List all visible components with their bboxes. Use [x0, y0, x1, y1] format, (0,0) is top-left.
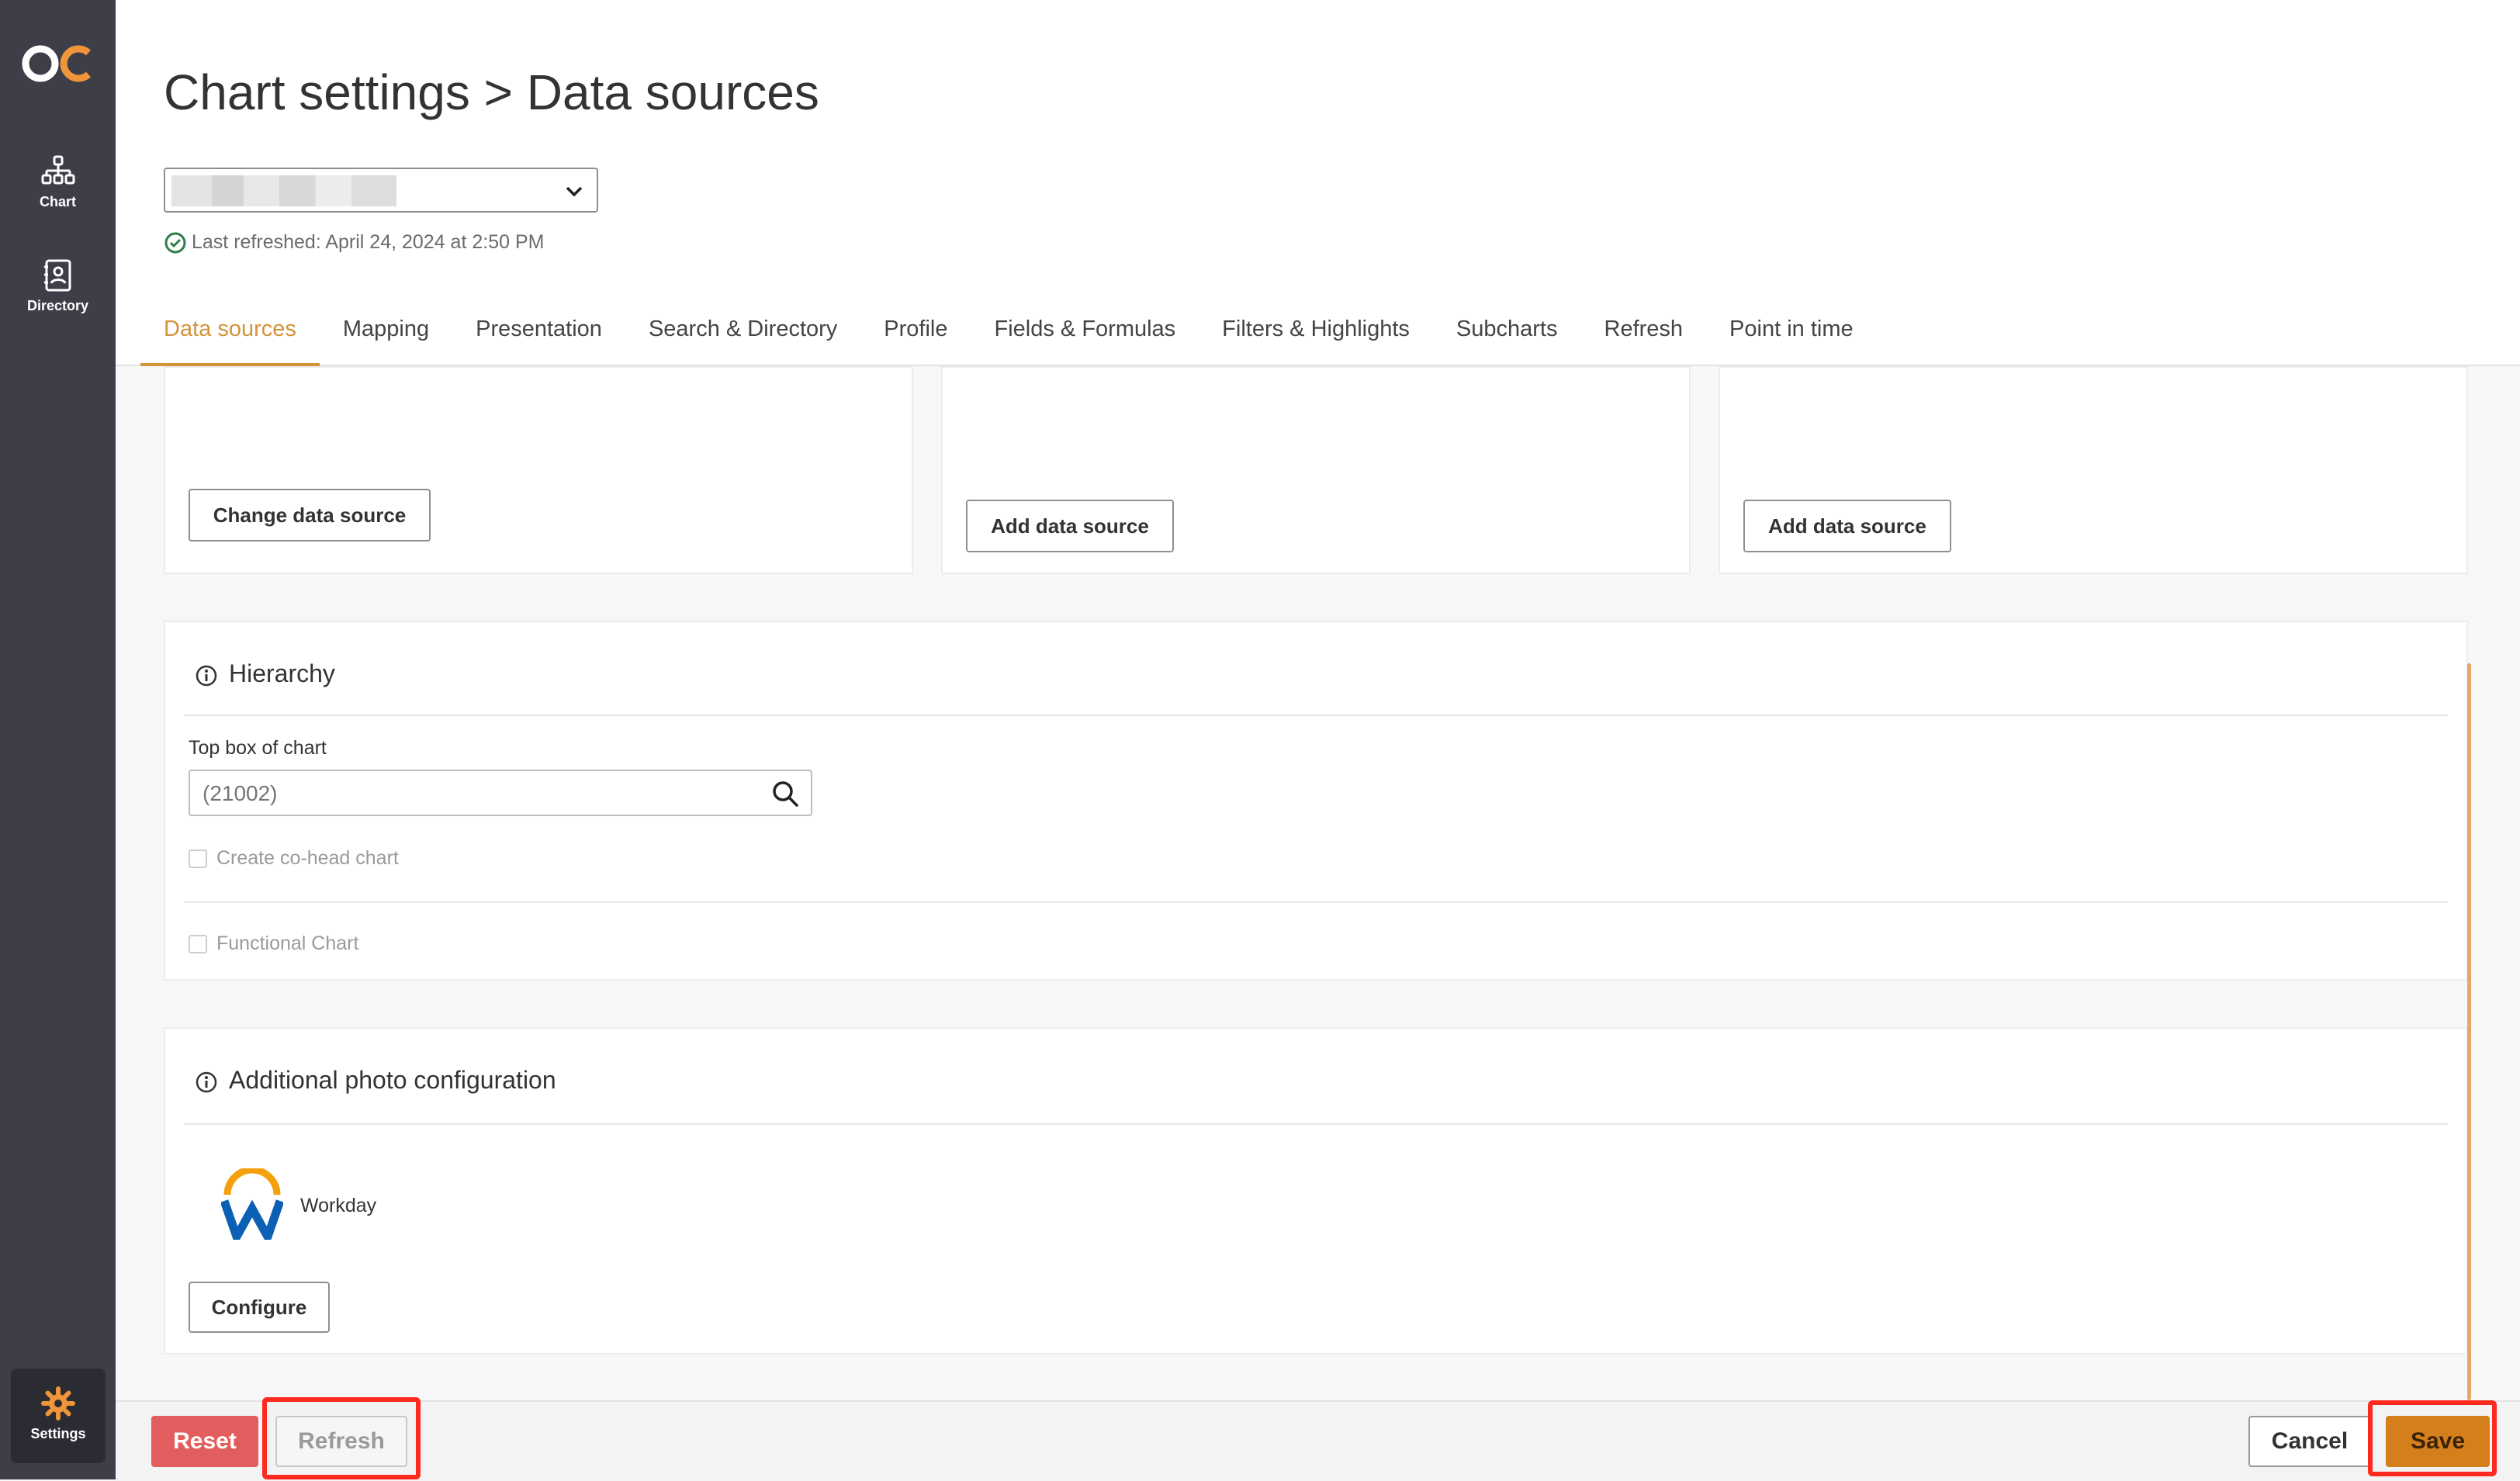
nav-directory[interactable]: Directory [6, 258, 109, 314]
refresh-highlight-box [262, 1397, 421, 1479]
data-source-card-3: Add data source [1719, 366, 2468, 574]
chart-select-value [171, 175, 396, 206]
tab-presentation[interactable]: Presentation [452, 307, 625, 363]
tab-search-directory[interactable]: Search & Directory [625, 307, 860, 363]
footer-bar: Reset Refresh Cancel Save [116, 1400, 2520, 1481]
tab-point-in-time[interactable]: Point in time [1706, 307, 1877, 363]
top-box-search-input[interactable] [201, 777, 747, 810]
divider [184, 715, 2448, 716]
tab-mapping[interactable]: Mapping [320, 307, 452, 363]
workday-label: Workday [300, 1195, 377, 1216]
top-box-label: Top box of chart [189, 737, 327, 759]
left-nav: Chart Directory Settings [0, 0, 116, 1479]
reset-button[interactable]: Reset [151, 1416, 258, 1467]
org-chart-icon [41, 155, 74, 185]
top-box-search [189, 770, 812, 816]
search-icon[interactable] [770, 779, 800, 808]
create-cohead-checkbox[interactable]: Create co-head chart [189, 847, 399, 870]
app-logo-icon[interactable] [22, 40, 95, 87]
page-header: Chart settings > Data sources Last refre… [116, 0, 2520, 366]
nav-settings-label: Settings [30, 1426, 86, 1441]
nav-settings[interactable]: Settings [11, 1369, 106, 1463]
photo-config-title-text: Additional photo configuration [229, 1066, 556, 1094]
create-cohead-label: Create co-head chart [216, 847, 399, 869]
scrollbar[interactable] [2467, 663, 2471, 1400]
nav-directory-label: Directory [26, 298, 89, 313]
cancel-button[interactable]: Cancel [2248, 1416, 2371, 1467]
settings-tabs: Data sources Mapping Presentation Search… [140, 307, 1877, 366]
workday-logo-icon [221, 1168, 283, 1240]
data-source-card-2: Add data source [941, 366, 1691, 574]
data-source-card-1: Change data source [164, 366, 913, 574]
checkbox-icon [189, 849, 207, 869]
functional-chart-checkbox[interactable]: Functional Chart [189, 933, 358, 955]
info-icon [196, 665, 217, 686]
tab-fields-formulas[interactable]: Fields & Formulas [971, 307, 1199, 363]
chart-select-dropdown[interactable] [164, 168, 598, 213]
nav-chart-label: Chart [39, 194, 76, 209]
tab-filters-highlights[interactable]: Filters & Highlights [1199, 307, 1433, 363]
gear-icon [41, 1386, 75, 1420]
checkbox-icon [189, 935, 207, 954]
tab-refresh[interactable]: Refresh [1581, 307, 1707, 363]
hierarchy-title-text: Hierarchy [229, 659, 335, 687]
last-refreshed-status: Last refreshed: April 24, 2024 at 2:50 P… [164, 231, 544, 254]
hierarchy-title: Hierarchy [195, 659, 335, 688]
divider [184, 901, 2448, 903]
functional-chart-label: Functional Chart [216, 933, 359, 954]
tab-profile[interactable]: Profile [860, 307, 971, 363]
photo-config-section: Additional photo configuration Workday C… [164, 1027, 2468, 1355]
check-circle-icon [164, 232, 186, 254]
configure-button[interactable]: Configure [189, 1282, 330, 1333]
add-data-source-button-1[interactable]: Add data source [966, 500, 1174, 552]
page-title: Chart settings > Data sources [164, 64, 819, 120]
tab-subcharts[interactable]: Subcharts [1433, 307, 1581, 363]
hierarchy-section: Hierarchy Top box of chart Create co-hea… [164, 621, 2468, 981]
nav-chart[interactable]: Chart [6, 154, 109, 210]
last-refreshed-text: Last refreshed: April 24, 2024 at 2:50 P… [192, 231, 545, 253]
photo-config-title: Additional photo configuration [195, 1066, 556, 1095]
tab-data-sources[interactable]: Data sources [140, 307, 320, 366]
change-data-source-button[interactable]: Change data source [189, 489, 431, 542]
save-highlight-box [2368, 1400, 2497, 1476]
add-data-source-button-2[interactable]: Add data source [1743, 500, 1951, 552]
info-icon [196, 1071, 217, 1092]
directory-icon [43, 259, 71, 292]
divider [184, 1123, 2448, 1125]
chevron-down-icon [566, 186, 583, 197]
